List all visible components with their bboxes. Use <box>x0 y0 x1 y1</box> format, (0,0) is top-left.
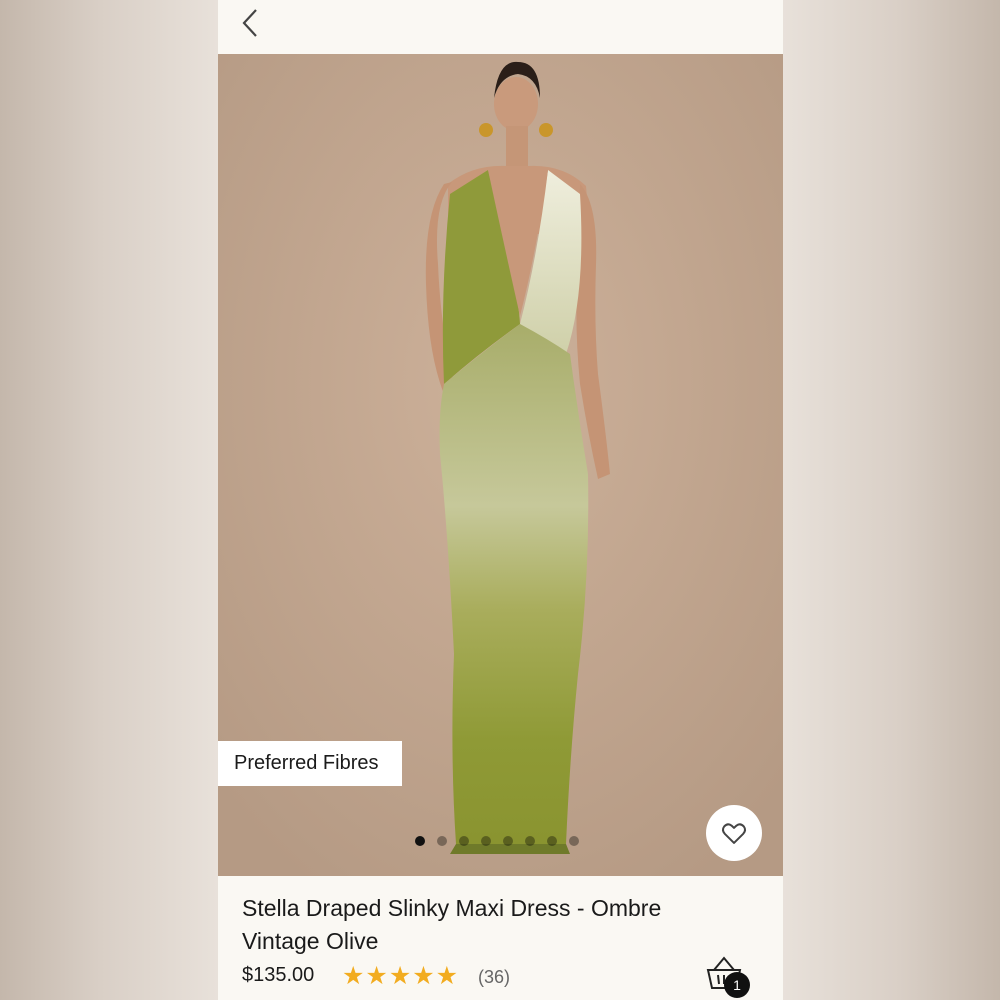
product-price: $135.00 <box>242 964 315 986</box>
carousel-dot[interactable] <box>503 836 513 846</box>
back-button[interactable] <box>234 6 268 40</box>
product-image-carousel[interactable]: Preferred Fibres <box>218 54 783 876</box>
review-count[interactable]: (36) <box>478 967 510 988</box>
cart-count-badge: 1 <box>724 972 750 998</box>
product-title: Stella Draped Slinky Maxi Dress - Ombre … <box>242 895 662 954</box>
carousel-indicators <box>415 836 585 846</box>
carousel-dot[interactable] <box>437 836 447 846</box>
top-bar <box>218 0 783 54</box>
carousel-dot[interactable] <box>569 836 579 846</box>
carousel-dot[interactable] <box>459 836 469 846</box>
chevron-left-icon <box>242 9 257 37</box>
product-page: Preferred Fibres Stella Draped Slinky Ma… <box>218 0 783 1000</box>
product-info: Stella Draped Slinky Maxi Dress - Ombre … <box>218 876 783 1000</box>
heart-outline-icon <box>721 823 747 844</box>
preferred-fibres-badge: Preferred Fibres <box>218 741 402 786</box>
carousel-dot[interactable] <box>481 836 491 846</box>
carousel-dot[interactable] <box>415 836 425 846</box>
rating-stars[interactable]: ★★★★★ <box>342 963 459 989</box>
favorite-button[interactable] <box>706 805 762 861</box>
carousel-dot[interactable] <box>525 836 535 846</box>
carousel-dot[interactable] <box>547 836 557 846</box>
